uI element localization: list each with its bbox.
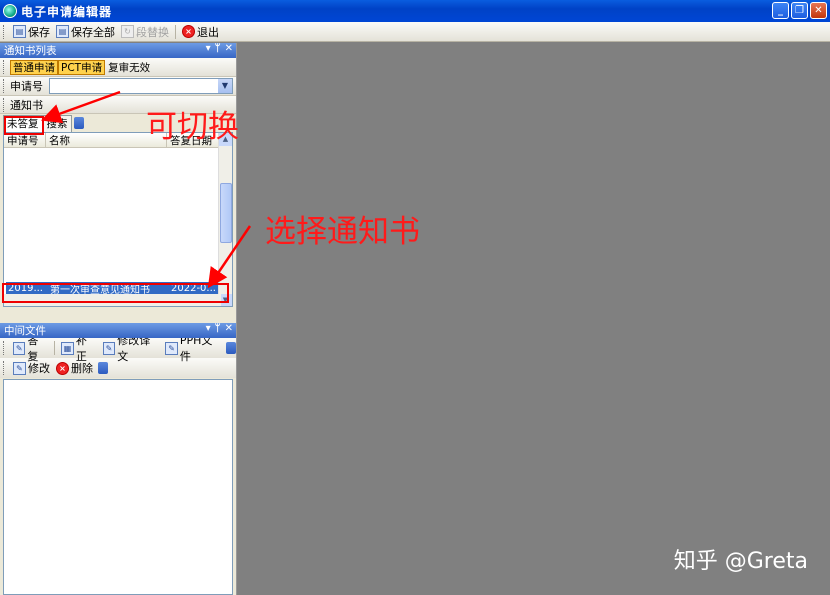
pane-menu-icon[interactable]: ▾ xyxy=(206,43,211,54)
file-toolbar-grip[interactable] xyxy=(3,341,6,355)
edit-translation-button[interactable]: ✎ 修改译文 xyxy=(100,334,163,363)
switch-highlight-box xyxy=(4,116,44,135)
file-toolbar: ✎ 答复 ▦ 补正 ✎ 修改译文 ✎ PPH文件 xyxy=(0,334,236,363)
annotation-select-notice: 选择通知书 xyxy=(265,214,420,250)
filter-normal-button[interactable]: 普通申请 xyxy=(10,59,58,75)
main-toolbar: ▤ 保存 ▤ 保存全部 ↻ 段替换 × 退出 xyxy=(0,22,830,42)
intermediate-files-header: 中间文件 ▾ ᛘ ✕ xyxy=(0,323,236,338)
save-all-icon: ▤ xyxy=(56,25,69,38)
notice-list-header: 通知书列表 ▾ ᛘ ✕ xyxy=(0,43,236,58)
file-list-area xyxy=(3,379,233,595)
pph-file-icon: ✎ xyxy=(165,341,178,355)
select-highlight-box xyxy=(2,283,229,303)
delete-icon: × xyxy=(56,361,69,375)
save-icon: ▤ xyxy=(13,25,26,38)
overflow-icon[interactable] xyxy=(73,117,84,129)
reply-button[interactable]: ✎ 答复 xyxy=(10,334,51,363)
modify-button[interactable]: ✎ 修改 xyxy=(10,359,53,377)
supplement-icon: ▦ xyxy=(61,341,74,355)
window-title: 电子申请编辑器 xyxy=(21,4,113,19)
replace-button[interactable]: ↻ 段替换 xyxy=(118,23,172,41)
edit-toolbar-overflow-icon[interactable] xyxy=(98,362,108,374)
pane-close-icon[interactable]: ✕ xyxy=(225,43,233,54)
edit-translation-icon: ✎ xyxy=(102,341,116,355)
close-button[interactable]: ✕ xyxy=(810,2,827,19)
pin-icon[interactable]: ᛘ xyxy=(215,43,221,54)
scroll-thumb[interactable] xyxy=(220,183,232,243)
save-all-button[interactable]: ▤ 保存全部 xyxy=(53,23,118,41)
tab-search[interactable]: 搜索 xyxy=(42,114,72,132)
toolbar-grip[interactable] xyxy=(3,24,6,39)
supplement-button[interactable]: ▦ 补正 xyxy=(58,334,99,363)
pph-file-button[interactable]: ✎ PPH文件 xyxy=(162,334,224,363)
pane2-close-icon[interactable]: ✕ xyxy=(225,323,233,334)
restore-button[interactable]: ❐ xyxy=(791,2,808,19)
apply-no-grip[interactable] xyxy=(3,79,6,93)
pane2-menu-icon[interactable]: ▾ xyxy=(206,323,211,334)
toolbar-separator xyxy=(175,24,176,39)
filter-review-button[interactable]: 复审无效 xyxy=(105,60,153,75)
app-icon xyxy=(3,4,17,18)
file-toolbar-separator xyxy=(54,341,56,355)
title-bar: 电子申请编辑器 _ ❐ ✕ xyxy=(0,0,830,22)
annotation-switchable: 可切换 xyxy=(146,109,239,145)
apply-no-bar: 申请号 ▼ xyxy=(0,77,236,96)
reply-icon: ✎ xyxy=(12,341,26,355)
filter-pct-button[interactable]: PCT申请 xyxy=(58,59,106,75)
apply-no-label: 申请号 xyxy=(10,80,43,93)
modify-icon: ✎ xyxy=(13,361,26,375)
save-button[interactable]: ▤ 保存 xyxy=(10,23,53,41)
notice-label: 通知书 xyxy=(10,98,43,112)
watermark: 知乎 @Greta xyxy=(673,549,808,574)
replace-icon: ↻ xyxy=(121,25,134,38)
exit-button[interactable]: × 退出 xyxy=(179,23,222,41)
delete-button[interactable]: × 删除 xyxy=(53,359,96,377)
edit-toolbar-grip[interactable] xyxy=(3,361,6,375)
vertical-scrollbar[interactable]: ▲ ▼ xyxy=(218,133,232,306)
intermediate-files-title: 中间文件 xyxy=(4,325,46,337)
apply-no-select[interactable]: ▼ xyxy=(49,78,233,94)
minimize-button[interactable]: _ xyxy=(772,2,789,19)
intermediate-files-pane: 中间文件 ▾ ᛘ ✕ ✎ 答复 ▦ 补正 ✎ 修改译文 ✎ PPH文件 ✎ 修改… xyxy=(0,323,236,595)
notice-table: 申请号 名称 答复日期 2019... 第一次审查意见通知书 2022-0...… xyxy=(3,132,233,307)
filter-grip[interactable] xyxy=(3,60,6,74)
filter-bar: 普通申请 PCT申请 复审无效 xyxy=(0,58,236,77)
notice-list-title: 通知书列表 xyxy=(4,45,57,57)
exit-icon: × xyxy=(182,25,195,38)
col-apply-no[interactable]: 申请号 xyxy=(4,133,46,147)
notice-grip[interactable] xyxy=(3,97,6,112)
file-toolbar-overflow-icon[interactable] xyxy=(226,342,236,354)
pane2-pin-icon[interactable]: ᛘ xyxy=(215,323,221,334)
chevron-down-icon[interactable]: ▼ xyxy=(218,79,232,93)
